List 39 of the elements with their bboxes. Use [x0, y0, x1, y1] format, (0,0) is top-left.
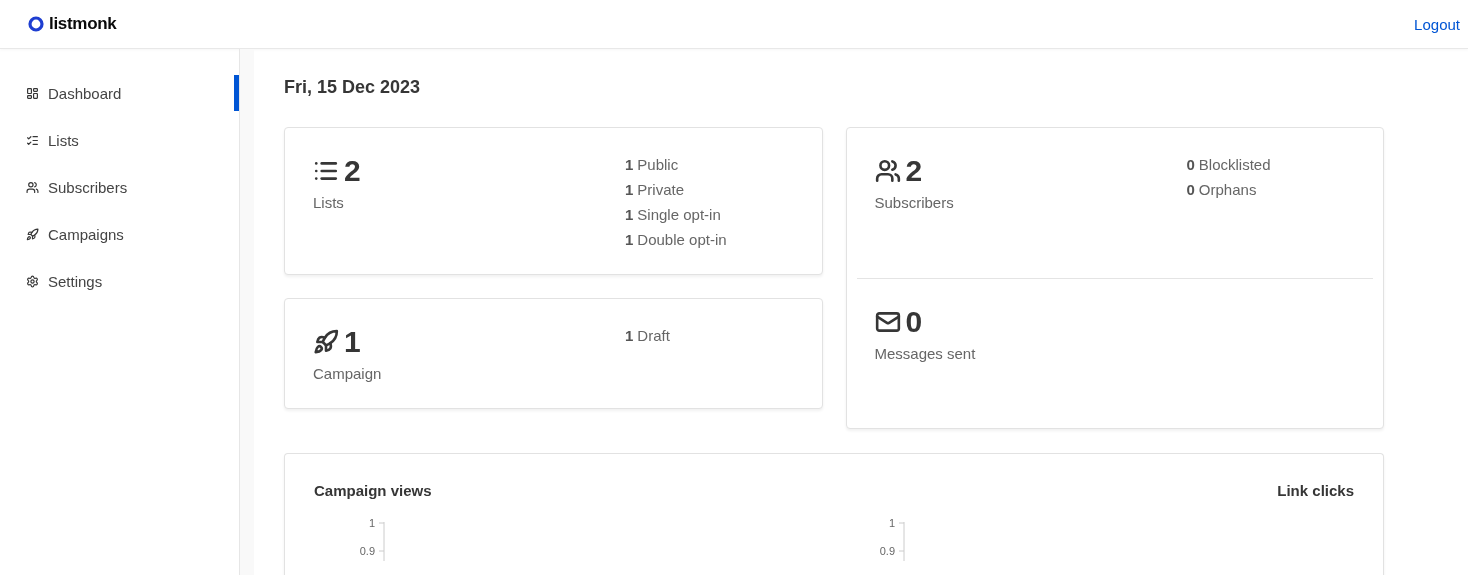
stat-label: Campaign: [313, 365, 383, 382]
stat-breakdown: 1 Private: [625, 181, 686, 198]
stat-breakdown: 0 Blocklisted: [1186, 156, 1272, 173]
date-heading: Fri, 15 Dec 2023: [284, 77, 422, 98]
stat-count: 1: [344, 325, 361, 359]
sidebar-item[interactable]: Campaigns: [0, 216, 239, 252]
stat-breakdown: 1 Single opt-in: [625, 206, 722, 223]
y-axis: [378, 521, 385, 561]
rocket-icon: [26, 227, 39, 241]
stat-label: Messages sent: [874, 344, 977, 362]
settings-icon: [26, 274, 39, 288]
stat-label: Subscribers: [874, 194, 955, 211]
logout-link[interactable]: Logout: [1414, 15, 1460, 33]
axis-tick-label: 0.9: [359, 545, 375, 557]
logo-icon: [28, 16, 44, 32]
stat-breakdown: 0 Orphans: [1186, 181, 1258, 198]
chart-title: Link clicks: [1277, 482, 1354, 499]
users-icon: [874, 158, 901, 184]
stat-breakdown: 1 Double opt-in: [625, 231, 728, 248]
axis-tick-label: 0.9: [879, 545, 895, 557]
axis-tick-label: 1: [888, 517, 895, 529]
dashboard-icon: [26, 86, 39, 100]
sidebar-item[interactable]: Dashboard: [0, 75, 239, 111]
sidebar-item[interactable]: Lists: [0, 122, 239, 158]
stat-count: 2: [905, 154, 923, 188]
stat-count: 0: [905, 304, 923, 339]
chart-title: Campaign views: [314, 482, 432, 499]
sidebar-item[interactable]: Settings: [0, 263, 239, 299]
sidebar-item[interactable]: Subscribers: [0, 169, 239, 205]
stat-breakdown: 1 Public: [625, 156, 680, 173]
y-axis: [898, 521, 905, 561]
users-icon: [26, 180, 39, 194]
list-icon: [26, 133, 39, 147]
stat-count: 2: [344, 154, 361, 188]
stat-breakdown: 1 Draft: [625, 327, 671, 344]
logo-text: listmonk: [49, 14, 117, 34]
rocket-icon: [313, 329, 339, 355]
stat-label: Lists: [313, 194, 345, 211]
axis-tick-label: 1: [368, 517, 375, 529]
